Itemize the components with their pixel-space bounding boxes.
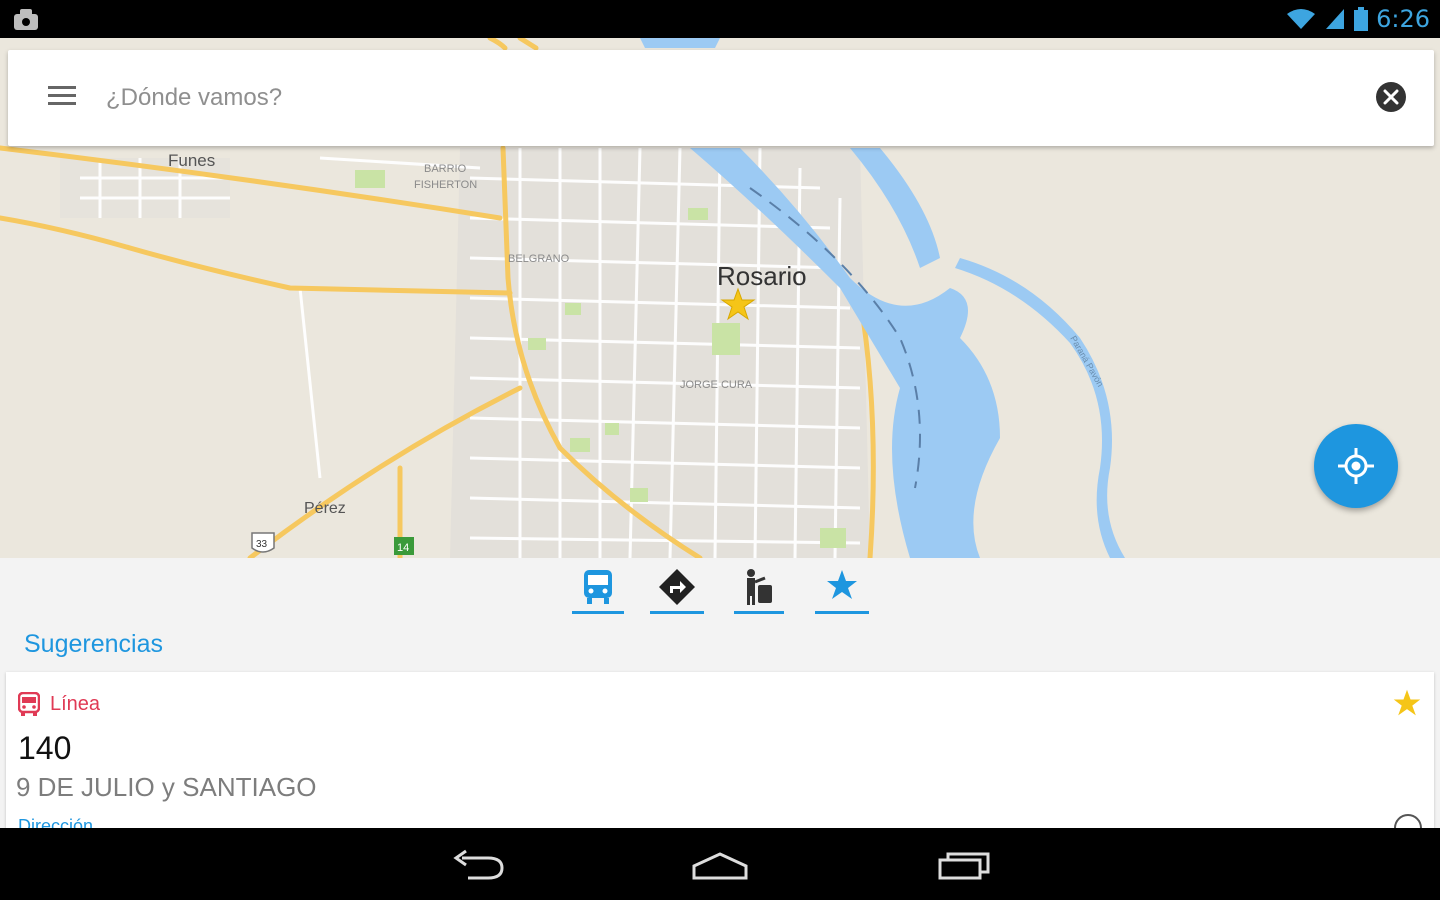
suggestions-title: Sugerencias (24, 630, 163, 658)
battery-icon (1354, 7, 1369, 31)
home-button[interactable] (680, 840, 760, 888)
route-33-shield: 33 (251, 532, 275, 553)
tab-bus[interactable] (572, 564, 624, 616)
map-label-river: Paraná Pavón (1068, 334, 1105, 388)
recent-apps-button[interactable] (924, 840, 1004, 888)
map-label-perez: Pérez (304, 500, 346, 517)
signal-icon (1326, 9, 1345, 29)
bottom-panel: Sugerencias Línea 140 9 DE JULIO y SANTI… (0, 558, 1440, 828)
line-type-row: Línea (18, 692, 100, 716)
direction-label: Dirección (18, 816, 94, 828)
menu-icon[interactable] (48, 84, 78, 108)
notification-icon (14, 9, 38, 30)
home-icon (692, 852, 748, 880)
search-input[interactable] (104, 72, 1348, 124)
bus-stop-icon (747, 569, 772, 605)
map-label-belgrano: BELGRANO (508, 253, 570, 265)
clear-icon[interactable] (1374, 80, 1408, 114)
map-label-rosario: Rosario (717, 261, 807, 291)
navigation-bar (0, 828, 1440, 900)
tab-directions[interactable] (650, 564, 704, 616)
wifi-icon (1287, 9, 1316, 29)
map-label-fisherton: FISHERTON (414, 179, 477, 191)
suggestion-card[interactable]: Línea 140 9 DE JULIO y SANTIAGO Direcció… (6, 672, 1434, 828)
map-label-barrio: BARRIO (424, 163, 467, 175)
bus-icon (18, 692, 40, 716)
back-icon (453, 849, 504, 880)
favorite-star-icon[interactable] (1392, 688, 1422, 718)
tab-bar (0, 558, 1440, 616)
tab-stops[interactable] (734, 564, 784, 616)
map-label-funes: Funes (168, 151, 215, 170)
back-button[interactable] (440, 840, 520, 888)
line-type-label: Línea (50, 692, 101, 715)
route-33-label: 33 (256, 539, 268, 550)
route-14-label: 14 (397, 542, 409, 554)
my-location-button[interactable] (1314, 424, 1398, 508)
route-14-shield: 14 (394, 537, 414, 555)
map-label-jorge-cura: JORGE CURA (680, 379, 753, 391)
stop-address: 9 DE JULIO y SANTIAGO (16, 772, 317, 802)
status-bar: 6:26 (0, 0, 1440, 38)
status-time: 6:26 (1376, 5, 1430, 33)
line-number: 140 (18, 730, 72, 766)
recent-apps-icon (938, 852, 990, 880)
star-icon (827, 570, 857, 599)
search-bar (8, 50, 1434, 146)
bus-icon (584, 570, 612, 604)
my-location-icon (1338, 448, 1374, 484)
info-icon[interactable] (1394, 814, 1422, 828)
tab-favorites[interactable] (815, 564, 869, 616)
directions-icon (659, 569, 695, 605)
